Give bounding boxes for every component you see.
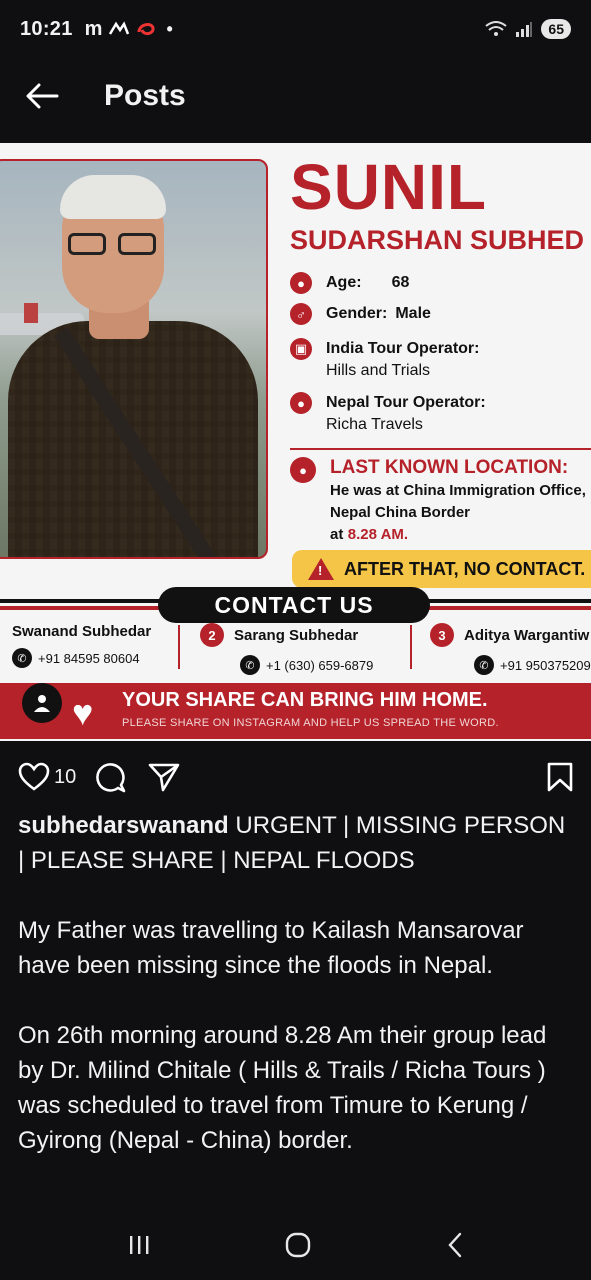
status-time: 10:21 <box>20 17 73 40</box>
phone-icon: ✆ <box>240 655 260 675</box>
person-photo <box>0 159 268 559</box>
no-contact-banner: AFTER THAT, NO CONTACT. <box>292 550 591 588</box>
page-title: Posts <box>104 79 186 112</box>
system-back-button[interactable] <box>445 1231 465 1264</box>
caption-username[interactable]: subhedarswanand <box>18 812 229 839</box>
tagged-users-button[interactable] <box>22 683 62 723</box>
chevron-left-icon <box>447 1232 461 1257</box>
contact-3: 3 Aditya Wargantiw ✆ +91 950375209 <box>430 623 591 675</box>
india-operator-row: ▣ India Tour Operator: Hills and Trials <box>290 338 479 382</box>
caption-paragraph-2: On 26th morning around 8.28 Am their gro… <box>18 1022 547 1154</box>
user-icon <box>34 695 50 712</box>
post-image[interactable]: SUNIL SUDARSHAN SUBHED ● Age: 68 ♂ Gende… <box>0 143 591 741</box>
male-icon: ♂ <box>290 303 312 325</box>
last-known-location: ● LAST KNOWN LOCATION: He was at China I… <box>290 457 586 546</box>
airtel-icon <box>109 21 130 35</box>
missing-last-name: SUDARSHAN SUBHED <box>290 225 585 255</box>
nepal-operator-row: ● Nepal Tour Operator: Richa Travels <box>290 392 486 436</box>
contact-2: 2 Sarang Subhedar ✆ +1 (630) 659-6879 <box>200 623 373 675</box>
home-button[interactable] <box>284 1231 312 1264</box>
app-notification-icon <box>137 23 155 36</box>
like-count[interactable]: 10 <box>54 766 76 789</box>
divider <box>290 448 591 450</box>
person-icon: ● <box>290 272 312 294</box>
gmail-icon: m <box>84 17 103 40</box>
signal-icon <box>516 22 533 37</box>
heart-icon <box>18 762 50 791</box>
system-nav-bar <box>0 1214 591 1280</box>
location-pin-icon: ● <box>290 457 316 483</box>
back-button[interactable] <box>22 76 62 116</box>
status-bar: 10:21 m • 65 <box>0 0 591 58</box>
photo-glasses <box>66 233 160 255</box>
heart-icon: ♥ <box>72 692 94 733</box>
bookmark-icon <box>547 762 573 792</box>
wifi-icon <box>485 21 508 36</box>
phone-icon: ✆ <box>12 648 32 668</box>
warning-icon <box>308 558 334 580</box>
gender-row: ♂ Gender: Male <box>290 303 431 325</box>
briefcase-icon: ▣ <box>290 338 312 360</box>
more-notifications-dot: • <box>166 18 173 39</box>
send-icon <box>148 763 180 792</box>
age-row: ● Age: 68 <box>290 272 409 294</box>
share-button[interactable] <box>148 762 180 792</box>
location-pin-icon: ● <box>290 392 312 414</box>
comment-button[interactable] <box>94 761 126 793</box>
missing-first-name: SUNIL <box>290 151 487 223</box>
battery-indicator: 65 <box>541 19 571 39</box>
post-caption: subhedarswanand URGENT | MISSING PERSON … <box>18 808 578 1158</box>
like-button[interactable] <box>18 762 50 792</box>
notification-icons: m • <box>85 18 173 41</box>
app-header: Posts <box>0 58 591 134</box>
recent-apps-button[interactable] <box>127 1234 151 1261</box>
phone-icon: ✆ <box>474 655 494 675</box>
recents-icon <box>129 1235 148 1254</box>
post-actions: 10 <box>0 754 591 800</box>
comment-icon <box>96 763 126 793</box>
caption-paragraph-1: My Father was travelling to Kailash Mans… <box>18 917 524 979</box>
home-icon <box>285 1232 310 1257</box>
contact-1: Swanand Subhedar ✆ +91 84595 80604 <box>12 623 151 668</box>
contact-us-heading: CONTACT US <box>158 587 430 623</box>
arrow-left-icon <box>26 83 59 109</box>
share-banner: ♥ YOUR SHARE CAN BRING HIM HOME. PLEASE … <box>0 683 591 739</box>
status-right: 65 <box>485 19 571 39</box>
save-button[interactable] <box>547 762 573 792</box>
